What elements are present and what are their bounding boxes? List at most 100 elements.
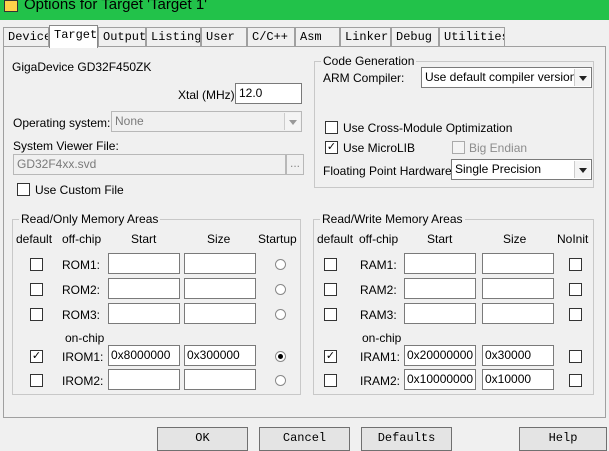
rw-header-offchip: off-chip xyxy=(359,232,399,246)
rom1-startup-radio[interactable] xyxy=(275,259,286,270)
irom2-startup-radio[interactable] xyxy=(275,375,286,386)
ram3-default-checkbox[interactable] xyxy=(324,308,337,321)
ram3-start-input[interactable] xyxy=(404,303,476,324)
help-button[interactable]: Help xyxy=(519,427,607,451)
rw-header-noinit: NoInit xyxy=(557,232,589,246)
fpu-label: Floating Point Hardware: xyxy=(323,164,456,178)
tab-debug[interactable]: Debug xyxy=(391,27,439,47)
code-generation-title: Code Generation xyxy=(321,54,417,68)
iram1-noinit-checkbox[interactable] xyxy=(569,350,582,363)
tab-device[interactable]: Device xyxy=(3,27,49,47)
ram3-size-input[interactable] xyxy=(482,303,554,324)
irom2-start-input[interactable] xyxy=(108,369,180,390)
irom1-start-input[interactable]: 0x8000000 xyxy=(108,345,180,366)
rom2-start-input[interactable] xyxy=(108,278,180,299)
tab-c-cpp[interactable]: C/C++ xyxy=(247,27,295,47)
tab-utilities[interactable]: Utilities xyxy=(439,27,505,47)
iram2-label: IRAM2: xyxy=(360,374,401,388)
chevron-down-icon xyxy=(574,69,590,86)
ram1-size-input[interactable] xyxy=(482,253,554,274)
compiler-select-value: Use default compiler version 5 xyxy=(425,70,587,84)
sysviewer-input[interactable]: GD32F4xx.svd xyxy=(13,154,286,175)
irom1-label: IROM1: xyxy=(62,350,104,364)
rom3-startup-radio[interactable] xyxy=(275,309,286,320)
app-icon xyxy=(4,0,18,12)
rom3-size-input[interactable] xyxy=(184,303,256,324)
rom2-label: ROM2: xyxy=(62,283,101,297)
ram1-start-input[interactable] xyxy=(404,253,476,274)
rom2-default-checkbox[interactable] xyxy=(30,283,43,296)
ram1-noinit-checkbox[interactable] xyxy=(569,258,582,271)
ram3-noinit-checkbox[interactable] xyxy=(569,308,582,321)
defaults-button[interactable]: Defaults xyxy=(361,427,452,451)
os-select-value: None xyxy=(115,114,144,128)
rom2-size-input[interactable] xyxy=(184,278,256,299)
tab-output[interactable]: Output xyxy=(98,27,146,47)
rom3-default-checkbox[interactable] xyxy=(30,308,43,321)
ram1-default-checkbox[interactable] xyxy=(324,258,337,271)
iram1-label: IRAM1: xyxy=(360,350,401,364)
ro-header-startup: Startup xyxy=(258,232,297,246)
os-select[interactable]: None xyxy=(111,111,302,132)
tab-linker[interactable]: Linker xyxy=(340,27,391,47)
iram1-default-checkbox[interactable]: ✓ xyxy=(324,350,337,363)
device-name: GigaDevice GD32F450ZK xyxy=(12,60,152,74)
sysviewer-browse-button[interactable]: ... xyxy=(286,154,304,175)
custom-file-label: Use Custom File xyxy=(35,183,124,197)
big-endian-checkbox[interactable] xyxy=(452,141,465,154)
tab-asm[interactable]: Asm xyxy=(295,27,340,47)
custom-file-checkbox[interactable] xyxy=(17,183,30,196)
rom1-start-input[interactable] xyxy=(108,253,180,274)
ram2-noinit-checkbox[interactable] xyxy=(569,283,582,296)
code-generation-group: Code Generation ARM Compiler: Use defaul… xyxy=(314,54,594,188)
title-bar[interactable]: Options for Target 'Target 1' xyxy=(0,0,609,20)
ram2-size-input[interactable] xyxy=(482,278,554,299)
rom2-startup-radio[interactable] xyxy=(275,284,286,295)
iram2-noinit-checkbox[interactable] xyxy=(569,374,582,387)
compiler-label: ARM Compiler: xyxy=(323,71,405,85)
irom2-size-input[interactable] xyxy=(184,369,256,390)
cancel-button[interactable]: Cancel xyxy=(259,427,350,451)
ram2-start-input[interactable] xyxy=(404,278,476,299)
ro-header-offchip: off-chip xyxy=(62,232,102,246)
iram2-start-input[interactable]: 0x10000000 xyxy=(404,369,476,390)
os-label: Operating system: xyxy=(13,116,111,130)
ro-memory-group: Read/Only Memory Areas default off-chip … xyxy=(12,212,301,395)
compiler-select[interactable]: Use default compiler version 5 xyxy=(421,67,592,88)
irom1-startup-radio[interactable] xyxy=(275,351,286,362)
tab-user[interactable]: User xyxy=(201,27,247,47)
rom1-default-checkbox[interactable] xyxy=(30,258,43,271)
tab-target[interactable]: Target xyxy=(49,25,98,48)
rom1-size-input[interactable] xyxy=(184,253,256,274)
chevron-down-icon xyxy=(284,113,300,130)
ram1-label: RAM1: xyxy=(360,258,397,272)
irom2-default-checkbox[interactable] xyxy=(30,374,43,387)
xtal-input[interactable]: 12.0 xyxy=(235,83,302,104)
sysviewer-label: System Viewer File: xyxy=(13,139,119,153)
irom1-default-checkbox[interactable]: ✓ xyxy=(30,350,43,363)
iram1-size-input[interactable]: 0x30000 xyxy=(482,345,554,366)
microlib-checkbox[interactable]: ✓ xyxy=(325,141,338,154)
fpu-select[interactable]: Single Precision xyxy=(451,159,592,180)
chevron-down-icon xyxy=(574,161,590,178)
big-endian-label: Big Endian xyxy=(469,141,528,155)
microlib-label: Use MicroLIB xyxy=(343,141,416,155)
ro-onchip-label: on-chip xyxy=(65,331,105,345)
cross-module-checkbox[interactable] xyxy=(325,121,338,134)
iram2-default-checkbox[interactable] xyxy=(324,374,337,387)
rw-memory-title: Read/Write Memory Areas xyxy=(320,212,465,226)
iram2-size-input[interactable]: 0x10000 xyxy=(482,369,554,390)
ram2-default-checkbox[interactable] xyxy=(324,283,337,296)
tab-listing[interactable]: Listing xyxy=(146,27,201,47)
irom1-size-input[interactable]: 0x300000 xyxy=(184,345,256,366)
ok-button[interactable]: OK xyxy=(157,427,248,451)
ro-header-size: Size xyxy=(207,232,231,246)
window-title: Options for Target 'Target 1' xyxy=(24,0,208,13)
rw-onchip-label: on-chip xyxy=(362,331,402,345)
xtal-label: Xtal (MHz): xyxy=(178,88,238,102)
iram1-start-input[interactable]: 0x20000000 xyxy=(404,345,476,366)
rom3-start-input[interactable] xyxy=(108,303,180,324)
ro-header-start: Start xyxy=(131,232,157,246)
irom2-label: IROM2: xyxy=(62,374,104,388)
ro-header-default: default xyxy=(16,232,53,246)
